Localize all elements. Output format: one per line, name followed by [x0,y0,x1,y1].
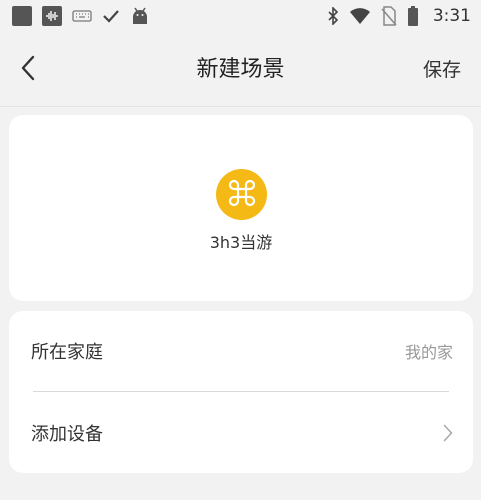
status-bar-right: 3:31 [327,6,471,26]
chevron-right-icon [443,424,453,442]
family-row[interactable]: 所在家庭 我的家 [9,311,473,391]
status-bar: 3:31 [0,0,481,32]
waveform-icon [42,6,62,26]
add-device-row[interactable]: 添加设备 [9,393,473,473]
row-divider [33,391,449,392]
add-device-label: 添加设备 [31,424,103,445]
family-label: 所在家庭 [31,342,103,363]
nav-divider [0,106,481,107]
keyboard-icon [72,9,92,23]
save-button[interactable]: 保存 [423,52,461,88]
command-icon [227,178,257,212]
status-bar-left [12,6,150,26]
page-title: 新建场景 [196,57,285,82]
android-icon [130,6,150,26]
check-icon [102,9,120,23]
scene-card: 3h3当游 [9,115,473,301]
family-value: 我的家 [404,343,453,362]
bluetooth-icon [327,7,339,25]
no-sim-icon [381,6,397,26]
nav-bar: 新建场景 保存 [0,32,481,106]
square-icon [12,6,32,26]
status-time: 3:31 [432,6,471,26]
settings-card: 所在家庭 我的家 添加设备 [9,311,473,473]
scene-icon-button[interactable] [216,169,267,220]
wifi-icon [349,7,371,25]
battery-icon [407,6,419,26]
scene-name: 3h3当游 [209,233,273,252]
